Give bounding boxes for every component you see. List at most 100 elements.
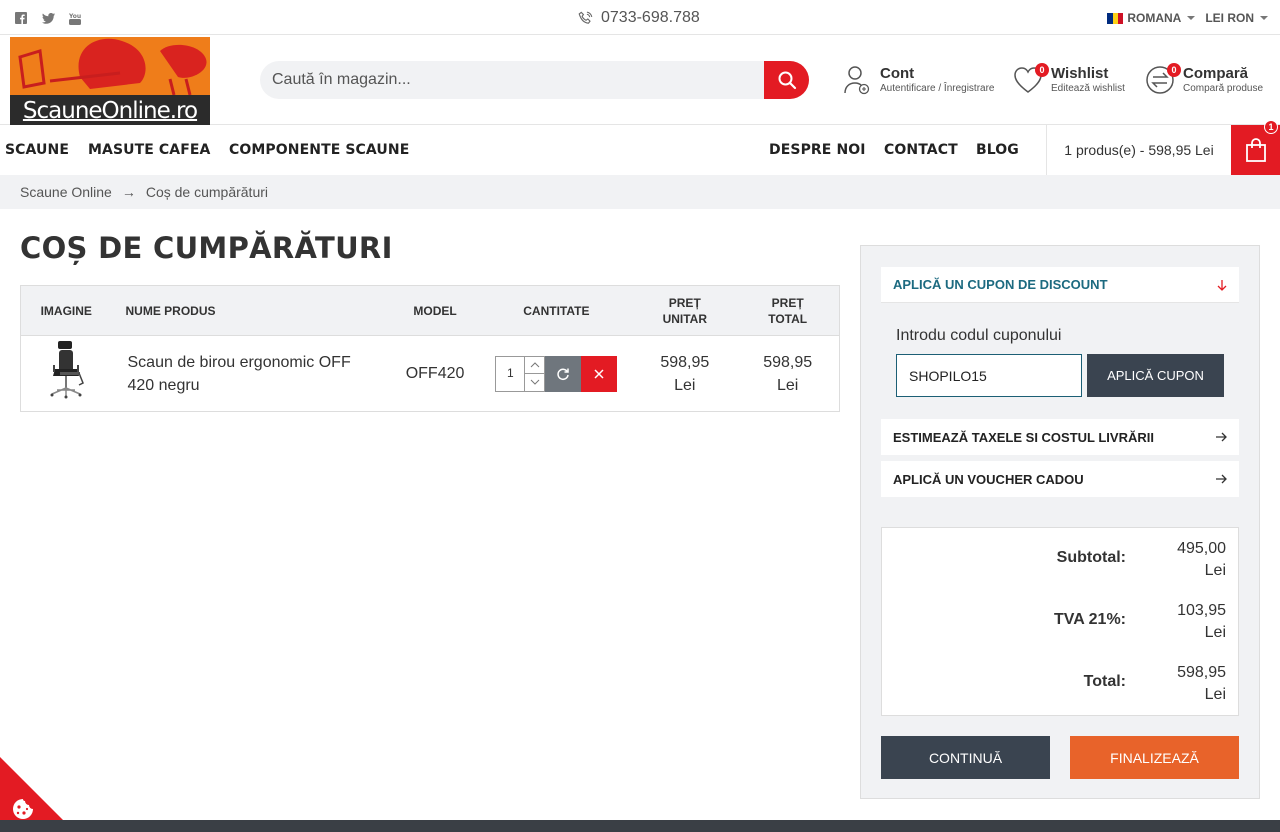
unit-price-currency: Lei [674, 376, 696, 394]
close-icon [594, 368, 604, 379]
subtotal-value: 495,00 Lei [1156, 538, 1226, 582]
search-icon [778, 71, 796, 90]
footer-bar [0, 820, 1280, 832]
remove-item-button[interactable] [581, 355, 618, 392]
compare-icon: 0 [1145, 63, 1181, 95]
breadcrumb-current: Coș de cumpărături [145, 184, 269, 200]
currency-selector[interactable]: LEI RON [1205, 11, 1268, 25]
total-price-amount: 598,95 [763, 353, 813, 371]
breadcrumb-home[interactable]: Scaune Online [20, 184, 112, 200]
facebook-icon[interactable] [14, 11, 28, 25]
account-title: Cont [880, 65, 915, 82]
page-title: COȘ DE CUMPĂRĂTURI [20, 231, 393, 265]
quantity-cell: 1 [480, 336, 634, 412]
quantity-stepper: 1 [480, 355, 634, 392]
shipping-estimate-title: ESTIMEAZĂ TAXELE SI COSTUL LIVRĂRII [893, 429, 1154, 445]
nav-item-scaune[interactable]: SCAUNE [5, 142, 69, 158]
breadcrumb: Scaune Online → Coș de cumpărături [0, 175, 1280, 209]
logo-text: ScauneOnline.ro [22, 98, 198, 124]
total-currency: Lei [1204, 686, 1226, 703]
quantity-decrease-button[interactable] [525, 374, 544, 391]
col-total-price: PREȚ TOTAL [736, 285, 840, 336]
youtube-icon[interactable]: You [68, 11, 82, 25]
wishlist-link[interactable]: 0 Wishlist Editează wishlist [1013, 63, 1125, 95]
nav-item-masute-cafea[interactable]: MASUTE CAFEA [88, 142, 210, 158]
cart-table: IMAGINE NUME PRODUS MODEL CANTITATE PREȚ… [20, 285, 840, 412]
phone-number: 0733-698.788 [601, 9, 700, 26]
shipping-estimate-accordion[interactable]: ESTIMEAZĂ TAXELE SI COSTUL LIVRĂRII [881, 419, 1239, 455]
compare-link[interactable]: 0 Compară Compară produse [1145, 63, 1263, 95]
compare-count-badge: 0 [1167, 63, 1181, 77]
apply-coupon-button[interactable]: APLICĂ CUPON [1087, 354, 1224, 397]
vat-label: TVA 21%: [1053, 611, 1126, 628]
chevron-up-icon [530, 362, 540, 368]
quantity-step-buttons [525, 355, 546, 392]
coupon-form: Introdu codul cuponului APLICĂ CUPON [881, 303, 1239, 408]
total-price: 598,95 Lei [736, 336, 839, 412]
language-label: ROMANA [1127, 11, 1182, 25]
nav-item-componente-scaune[interactable]: COMPONENTE SCAUNE [229, 142, 409, 158]
cart-button[interactable]: 1 [1231, 120, 1280, 175]
col-name: NUME PRODUS [111, 285, 391, 336]
col-quantity: CANTITATE [479, 285, 634, 336]
col-unit-price-line2: UNITAR [662, 311, 707, 326]
total-label: Total: [1083, 673, 1126, 690]
col-model: MODEL [390, 285, 480, 336]
caret-down-icon [1187, 16, 1196, 20]
product-image-cell [21, 336, 112, 412]
nav-item-contact[interactable]: CONTACT [884, 142, 958, 158]
office-chair-image[interactable] [46, 339, 86, 401]
site-header: ScauneOnline.ro Cont Autentificare / Înr… [0, 35, 1280, 125]
search-button[interactable] [764, 61, 809, 99]
quantity-increase-button[interactable] [525, 357, 545, 374]
language-selector[interactable]: ROMANA [1107, 11, 1196, 25]
search-input[interactable] [260, 61, 760, 99]
top-bar: You 0733-698.788 ROMANA LEI RON [0, 0, 1280, 35]
total-value: 598,95 Lei [1156, 662, 1226, 706]
shopping-bag-icon [1245, 138, 1266, 162]
wishlist-subtitle: Editează wishlist [1051, 83, 1125, 94]
product-name-link[interactable]: Scaun de birou ergonomic OFF 420 negru [112, 336, 391, 412]
breadcrumb-arrow-icon: → [121, 184, 136, 200]
account-subtitle: Autentificare / Înregistrare [880, 83, 995, 94]
coupon-code-input[interactable] [896, 354, 1082, 397]
subtotal-currency: Lei [1204, 562, 1226, 579]
update-quantity-button[interactable] [545, 355, 582, 392]
site-logo[interactable]: ScauneOnline.ro [10, 37, 210, 125]
search-bar [260, 61, 809, 99]
col-unit-price: PREȚ UNITAR [633, 285, 737, 336]
account-link[interactable]: Cont Autentificare / Înregistrare [842, 65, 995, 95]
arrow-right-icon [1216, 432, 1227, 442]
checkout-button[interactable]: FINALIZEAZĂ [1070, 736, 1239, 779]
nav-item-blog[interactable]: BLOG [976, 142, 1019, 158]
col-total-price-line2: TOTAL [768, 311, 808, 326]
romania-flag-icon [1107, 12, 1124, 24]
nav-item-despre-noi[interactable]: DESPRE NOI [769, 142, 866, 158]
col-unit-price-line1: PREȚ [668, 295, 701, 310]
user-icon [842, 65, 872, 95]
cart-summary[interactable]: 1 produs(e) - 598,95 Lei [1046, 125, 1231, 175]
phone-contact[interactable]: 0733-698.788 [578, 9, 700, 27]
vat-amount: 103,95 [1177, 602, 1226, 619]
checkout-sidebar: APLICĂ UN CUPON DE DISCOUNT Introdu codu… [860, 245, 1260, 799]
vat-currency: Lei [1204, 624, 1226, 641]
heart-icon: 0 [1013, 63, 1049, 95]
vat-value: 103,95 Lei [1156, 600, 1226, 644]
col-image: IMAGINE [20, 285, 112, 336]
cookie-icon[interactable] [11, 797, 35, 821]
arrow-down-icon [1217, 279, 1227, 291]
twitter-icon[interactable] [41, 11, 55, 25]
gift-voucher-accordion[interactable]: APLICĂ UN VOUCHER CADOU [881, 461, 1239, 497]
quantity-input[interactable]: 1 [495, 355, 526, 392]
refresh-icon [557, 368, 570, 380]
currency-label: LEI RON [1205, 11, 1254, 25]
continue-shopping-button[interactable]: CONTINUĂ [881, 736, 1050, 779]
gift-voucher-title: APLICĂ UN VOUCHER CADOU [893, 471, 1084, 487]
coupon-accordion-header[interactable]: APLICĂ UN CUPON DE DISCOUNT [881, 267, 1239, 303]
cart-count-badge: 1 [1264, 120, 1278, 134]
order-totals: Subtotal: 495,00 Lei TVA 21%: 103,95 Lei… [881, 527, 1239, 716]
total-amount: 598,95 [1177, 664, 1226, 681]
col-total-price-line1: PREȚ [771, 295, 804, 310]
table-row: Scaun de birou ergonomic OFF 420 negru O… [21, 336, 840, 412]
total-price-currency: Lei [776, 376, 799, 394]
